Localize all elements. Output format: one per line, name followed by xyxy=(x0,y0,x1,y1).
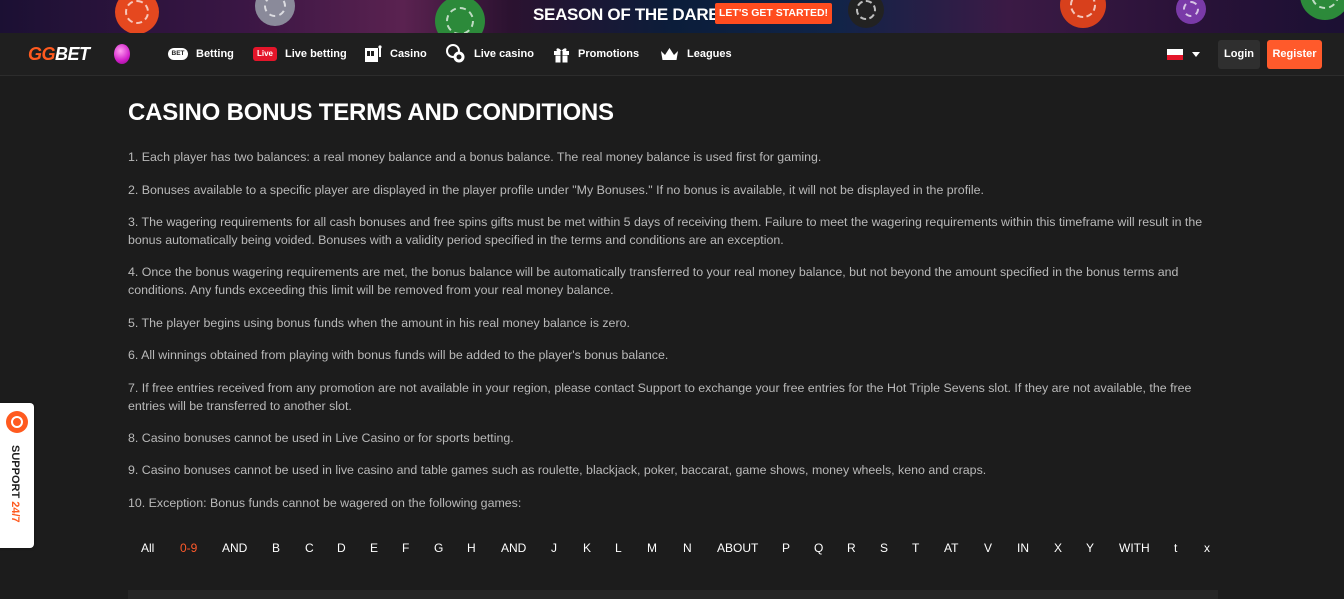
crown-icon xyxy=(660,47,679,62)
alphabet-filter-item[interactable]: L xyxy=(615,541,622,555)
term-item: 4. Once the bonus wagering requirements … xyxy=(128,265,1179,297)
alphabet-filter-item[interactable]: N xyxy=(683,541,692,555)
casino-chip-decoration xyxy=(255,0,295,26)
register-button[interactable]: Register xyxy=(1267,40,1322,69)
chevron-down-icon[interactable] xyxy=(1192,52,1200,57)
login-button[interactable]: Login xyxy=(1218,40,1260,69)
alphabet-filter-item[interactable]: B xyxy=(272,541,280,555)
nav-item-label: Live casino xyxy=(474,48,534,60)
nav-item-label: Live betting xyxy=(285,48,347,60)
language-flag-icon[interactable] xyxy=(1167,49,1183,60)
slot-machine-icon xyxy=(364,45,382,63)
promo-banner[interactable]: SEASON OF THE DARE LET'S GET STARTED! xyxy=(0,0,1344,33)
alphabet-filter-item[interactable]: Q xyxy=(814,541,823,555)
alphabet-filter-item[interactable]: C xyxy=(305,541,314,555)
alphabet-filter-item[interactable]: IN xyxy=(1017,541,1029,555)
alphabet-filter-item[interactable]: V xyxy=(984,541,992,555)
casino-chip-decoration xyxy=(115,0,159,33)
alphabet-filter-item[interactable]: x xyxy=(1204,541,1210,555)
nav-item-betting[interactable]: BET Betting xyxy=(168,33,234,75)
casino-chip-decoration xyxy=(848,0,884,28)
casino-chip-decoration xyxy=(1176,0,1206,24)
bet-badge-icon: BET xyxy=(168,48,188,60)
alphabet-filter-item[interactable]: T xyxy=(912,541,919,555)
term-item: 1. Each player has two balances: a real … xyxy=(128,150,822,164)
nav-item-label: Casino xyxy=(390,48,427,60)
nav-item-casino[interactable]: Casino xyxy=(364,33,427,75)
alphabet-filter-item[interactable]: t xyxy=(1174,541,1177,555)
banner-cta-button[interactable]: LET'S GET STARTED! xyxy=(715,3,833,24)
nav-item-live-casino[interactable]: Live casino xyxy=(446,33,534,75)
term-item: 7. If free entries received from any pro… xyxy=(128,381,1192,413)
alphabet-filter-item[interactable]: X xyxy=(1054,541,1062,555)
term-item: 3. The wagering requirements for all cas… xyxy=(128,215,1203,247)
alphabet-filter-item[interactable]: G xyxy=(434,541,443,555)
alphabet-filter-item[interactable]: H xyxy=(467,541,476,555)
support-label: SUPPORT 24/7 xyxy=(9,445,21,523)
nav-item-label: Leagues xyxy=(687,48,732,60)
casino-chip-decoration xyxy=(1060,0,1106,28)
alphabet-filter-item[interactable]: AND xyxy=(222,541,247,555)
nav-item-live-betting[interactable]: Live Live betting xyxy=(253,33,347,75)
alphabet-filter-item[interactable]: ABOUT xyxy=(717,541,758,555)
live-badge-icon: Live xyxy=(253,47,277,61)
support-tab[interactable]: SUPPORT 24/7 xyxy=(0,403,34,548)
alphabet-filter-item-active[interactable]: 0-9 xyxy=(180,541,197,555)
alphabet-filter-item[interactable]: R xyxy=(847,541,856,555)
term-item: 6. All winnings obtained from playing wi… xyxy=(128,348,669,362)
term-item: 2. Bonuses available to a specific playe… xyxy=(128,183,984,197)
alphabet-filter-item[interactable]: Y xyxy=(1086,541,1094,555)
banner-title: SEASON OF THE DARE xyxy=(533,5,720,24)
alphabet-filter-item[interactable]: WITH xyxy=(1119,541,1150,555)
alphabet-filter-item[interactable]: All xyxy=(141,541,154,555)
nav-item-label: Promotions xyxy=(578,48,640,60)
page-title: CASINO BONUS TERMS AND CONDITIONS xyxy=(128,99,614,126)
nav-item-label: Betting xyxy=(196,48,234,60)
alphabet-filter-item[interactable]: E xyxy=(370,541,378,555)
term-item: 8. Casino bonuses cannot be used in Live… xyxy=(128,431,514,445)
term-item: 9. Casino bonuses cannot be used in live… xyxy=(128,463,987,477)
main-navigation: GGBET BET Betting Live Live betting Casi… xyxy=(0,33,1344,76)
gift-icon xyxy=(553,46,570,63)
nav-item-leagues[interactable]: Leagues xyxy=(660,33,732,75)
headset-icon xyxy=(6,411,28,433)
alphabet-filter-item[interactable]: P xyxy=(782,541,790,555)
alphabet-filter-item[interactable]: K xyxy=(583,541,591,555)
alphabet-filter-item[interactable]: AT xyxy=(944,541,958,555)
games-table xyxy=(128,590,1218,599)
alphabet-filter-item[interactable]: D xyxy=(337,541,346,555)
nav-item-promotions[interactable]: Promotions xyxy=(553,33,639,75)
alphabet-filter-item[interactable]: AND xyxy=(501,541,526,555)
casino-chip-decoration xyxy=(435,0,485,33)
chips-icon xyxy=(446,44,466,64)
term-item: 5. The player begins using bonus funds w… xyxy=(128,316,630,330)
term-item: 10. Exception: Bonus funds cannot be wag… xyxy=(128,496,522,510)
alphabet-filter-item[interactable]: S xyxy=(880,541,888,555)
alphabet-filter-item[interactable]: M xyxy=(647,541,657,555)
alphabet-filter-item[interactable]: F xyxy=(402,541,409,555)
alphabet-filter-item[interactable]: J xyxy=(551,541,557,555)
alphabet-filter: All 0-9 AND B C D E F G H AND J K L M N … xyxy=(128,541,1218,563)
site-logo[interactable]: GGBET xyxy=(28,44,90,65)
casino-chip-decoration xyxy=(1300,0,1344,20)
gem-icon[interactable] xyxy=(114,44,130,64)
